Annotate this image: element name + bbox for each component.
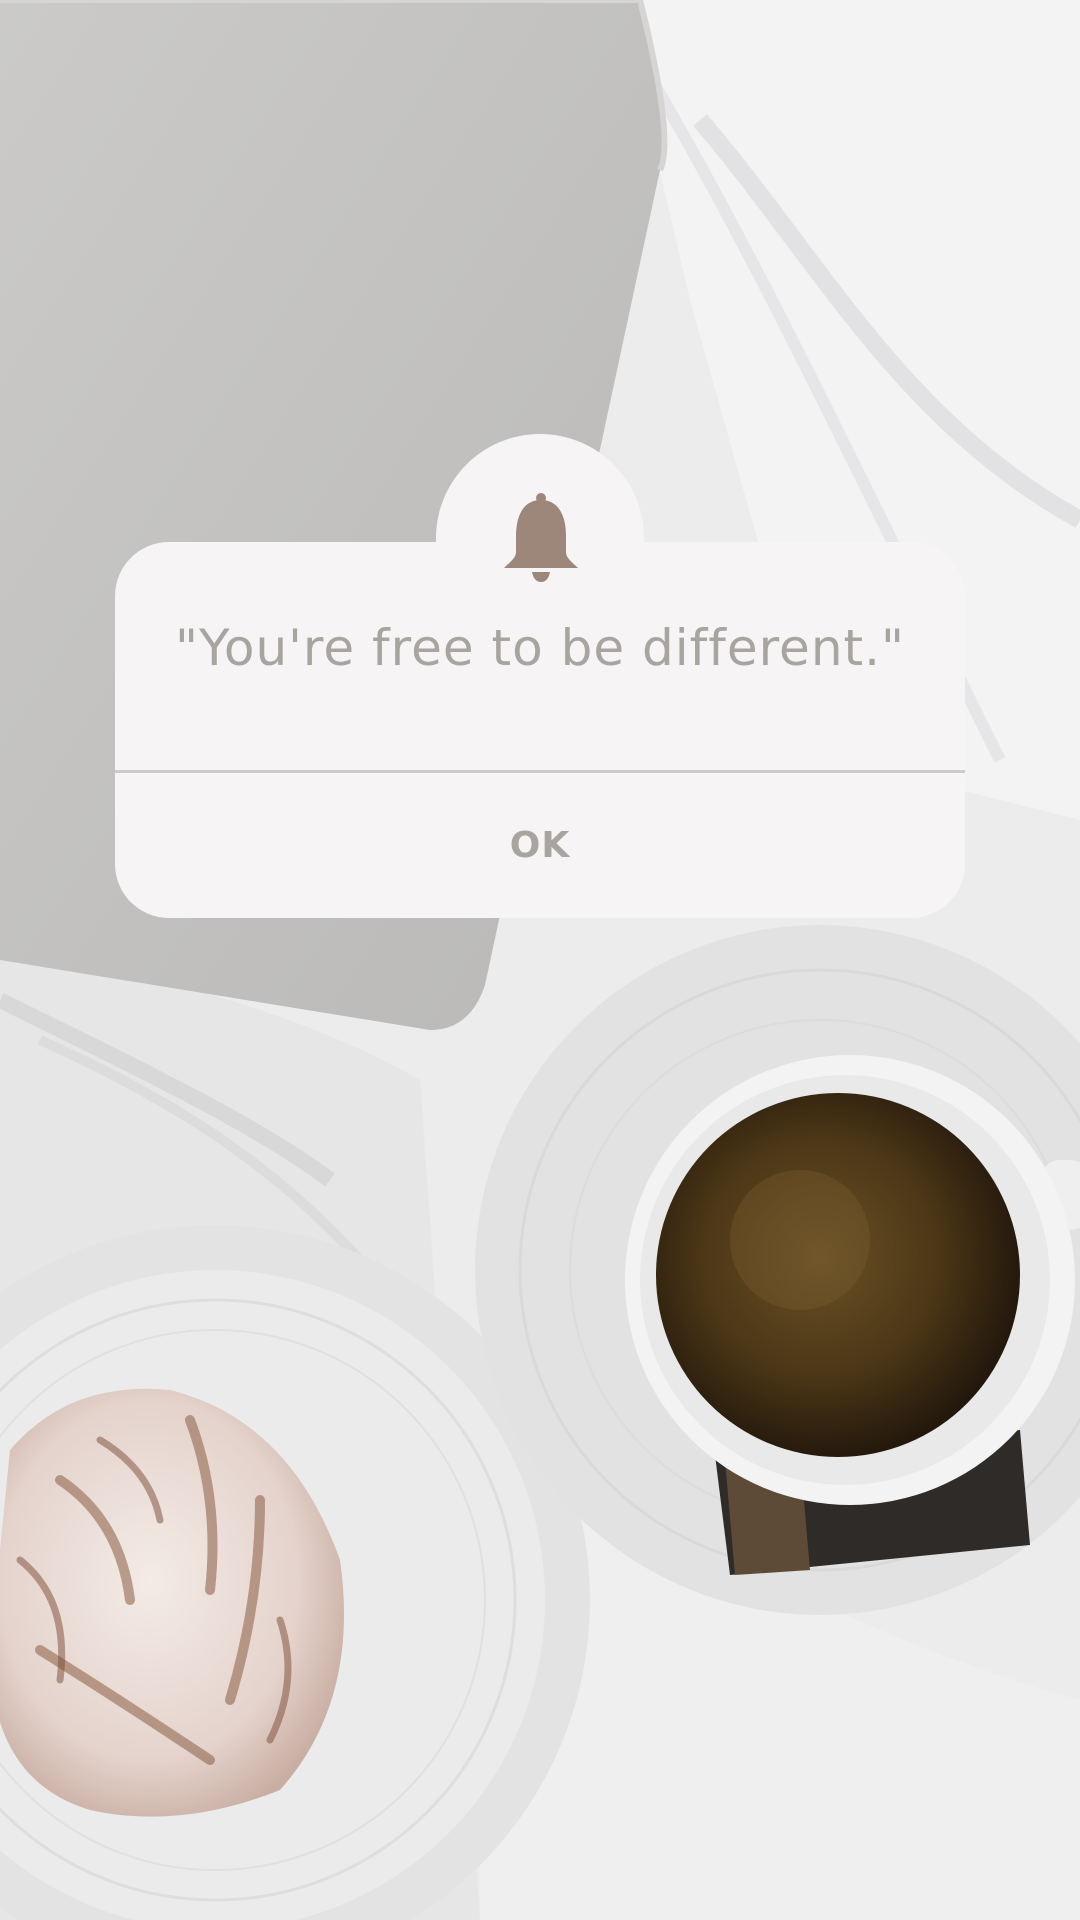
ok-button[interactable]: OK xyxy=(115,773,965,918)
dialog-card: "You're free to be different." OK xyxy=(115,542,965,918)
alert-dialog: "You're free to be different." OK xyxy=(115,434,965,918)
dialog-message: "You're free to be different." xyxy=(175,619,905,677)
story-canvas: "You're free to be different." OK xyxy=(0,0,1080,1920)
bell-icon xyxy=(504,493,578,582)
background-photo xyxy=(0,0,1080,1920)
